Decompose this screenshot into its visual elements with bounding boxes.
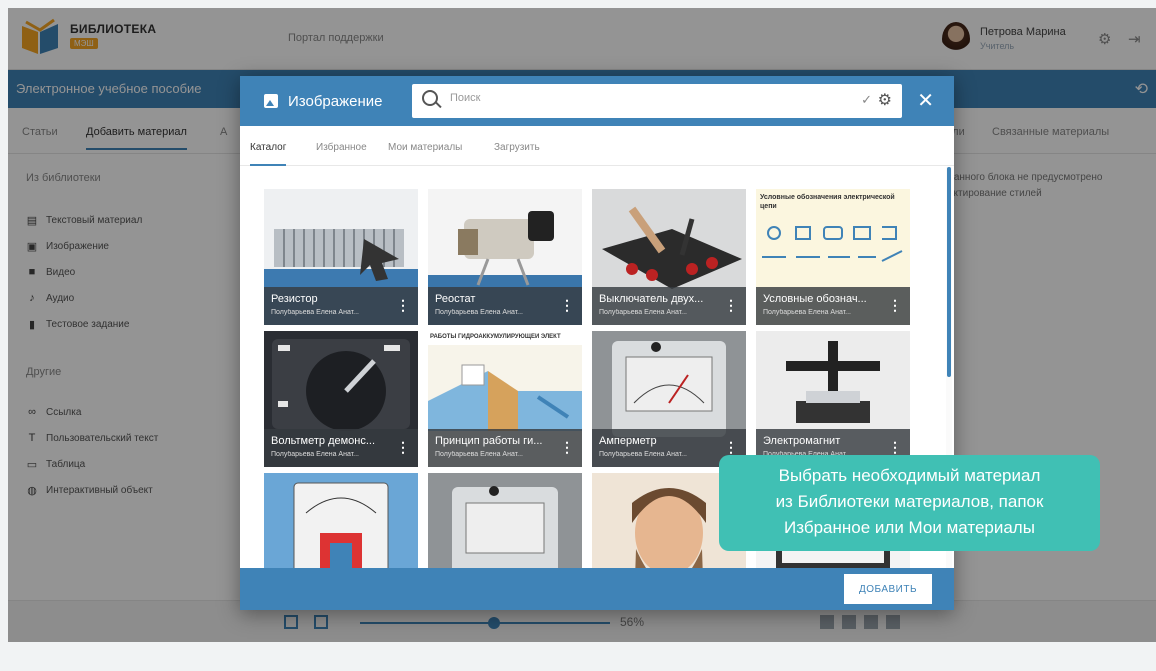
card-author: Полубарьева Елена Анат...: [435, 451, 523, 458]
card-title: Вольтметр демонс...: [271, 435, 376, 447]
search-box: ✓ ⚙: [412, 84, 902, 118]
add-button[interactable]: ДОБАВИТЬ: [844, 574, 932, 604]
dialog-footer: ДОБАВИТЬ: [240, 568, 954, 610]
card-image-caption: РАБОТЫ ГИДРОАККУМУЛИРУЮЩЕЙ ЭЛЕКТ: [430, 334, 561, 340]
more-vert-icon[interactable]: ⋮: [724, 297, 738, 314]
material-card[interactable]: Реостат Полубарьева Елена Анат... ⋮: [428, 189, 582, 325]
app-window: БИБЛИОТЕКА МЭШ Портал поддержки Петрова …: [8, 8, 1156, 642]
more-vert-icon[interactable]: ⋮: [888, 439, 902, 456]
tab-catalog[interactable]: Каталог: [250, 142, 287, 166]
hint-line-2: из Библиотеки материалов, папок: [775, 492, 1044, 511]
tab-upload[interactable]: Загрузить: [494, 142, 540, 153]
card-caption: Условные обознач... Полубарьева Елена Ан…: [756, 287, 910, 325]
material-card[interactable]: Вольтметр демонс... Полубарьева Елена Ан…: [264, 331, 418, 467]
material-card[interactable]: [428, 473, 582, 568]
card-title: Амперметр: [599, 435, 657, 447]
dialog-tabs: Каталог Избранное Мои материалы Загрузит…: [240, 126, 954, 166]
card-title: Реостат: [435, 293, 476, 305]
card-image-caption: Условные обозначения электрической цепи: [760, 194, 895, 210]
more-vert-icon[interactable]: ⋮: [724, 439, 738, 456]
card-title: Резистор: [271, 293, 318, 305]
card-author: Полубарьева Елена Анат...: [271, 451, 359, 458]
card-author: Полубарьева Елена Анат...: [599, 309, 687, 316]
dialog-header: Изображение ✓ ⚙ ✕: [240, 76, 954, 126]
image-icon: [264, 94, 278, 108]
tab-favorites[interactable]: Избранное: [316, 142, 367, 153]
material-card[interactable]: Выключатель двух... Полубарьева Елена Ан…: [592, 189, 746, 325]
more-vert-icon[interactable]: ⋮: [396, 439, 410, 456]
more-vert-icon[interactable]: ⋮: [560, 439, 574, 456]
card-caption: Принцип работы ги... Полубарьева Елена А…: [428, 429, 582, 467]
more-vert-icon[interactable]: ⋮: [396, 297, 410, 314]
material-card[interactable]: Электромагнит Полубарьева Елена Анат... …: [756, 331, 910, 467]
card-caption: Резистор Полубарьева Елена Анат... ⋮: [264, 287, 418, 325]
search-icon: [422, 90, 438, 106]
hint-line-3: Избранное или Мои материалы: [784, 518, 1035, 537]
card-caption: Реостат Полубарьева Елена Анат... ⋮: [428, 287, 582, 325]
scrollbar-thumb[interactable]: [947, 167, 951, 377]
material-card[interactable]: Условные обозначения электрической цепи …: [756, 189, 910, 325]
card-title: Выключатель двух...: [599, 293, 704, 305]
material-card[interactable]: Амперметр Полубарьева Елена Анат... ⋮: [592, 331, 746, 467]
material-card[interactable]: [264, 473, 418, 568]
more-vert-icon[interactable]: ⋮: [888, 297, 902, 314]
card-caption: Выключатель двух... Полубарьева Елена Ан…: [592, 287, 746, 325]
search-input[interactable]: [450, 92, 830, 104]
filter-icon[interactable]: ✓: [861, 92, 872, 108]
card-title: Условные обознач...: [763, 293, 867, 305]
hint-line-1: Выбрать необходимый материал: [778, 466, 1041, 485]
card-author: Полубарьева Елена Анат...: [271, 309, 359, 316]
galvanometer-image: [264, 473, 418, 568]
search-settings-icon[interactable]: ⚙: [878, 90, 892, 110]
dialog-title: Изображение: [288, 93, 383, 110]
hint-tooltip: Выбрать необходимый материал из Библиоте…: [719, 455, 1100, 551]
more-vert-icon[interactable]: ⋮: [560, 297, 574, 314]
material-card[interactable]: Резистор Полубарьева Елена Анат... ⋮: [264, 189, 418, 325]
close-icon[interactable]: ✕: [917, 88, 934, 113]
tab-my-materials[interactable]: Мои материалы: [388, 142, 462, 153]
card-title: Электромагнит: [763, 435, 841, 447]
meter-image: [428, 473, 582, 568]
card-author: Полубарьева Елена Анат...: [435, 309, 523, 316]
card-title: Принцип работы ги...: [435, 435, 543, 447]
card-caption: Вольтметр демонс... Полубарьева Елена Ан…: [264, 429, 418, 467]
card-author: Полубарьева Елена Анат...: [599, 451, 687, 458]
card-author: Полубарьева Елена Анат...: [763, 309, 851, 316]
material-card[interactable]: РАБОТЫ ГИДРОАККУМУЛИРУЮЩЕЙ ЭЛЕКТ Принцип…: [428, 331, 582, 467]
